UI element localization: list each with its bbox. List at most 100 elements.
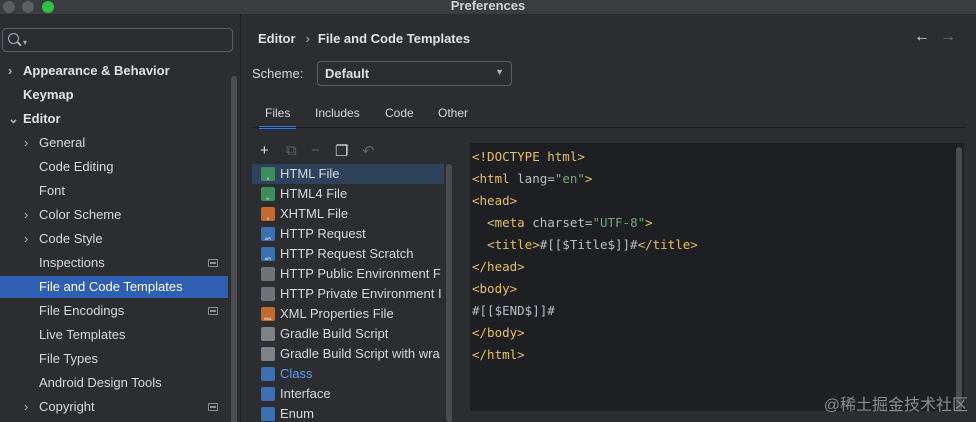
code-line[interactable]: </head>: [472, 256, 525, 278]
settings-search-input[interactable]: ▾: [2, 28, 233, 52]
sidebar-item[interactable]: › Code Style: [0, 228, 228, 250]
chevron-right-icon[interactable]: ›: [24, 132, 28, 154]
template-list-item[interactable]: Interface: [252, 384, 444, 404]
chevron-right-icon[interactable]: ›: [24, 228, 28, 250]
http-request-icon: API: [261, 227, 275, 241]
code-line[interactable]: </html>: [472, 344, 525, 366]
template-list-item[interactable]: API HTTP Request Scratch: [252, 244, 444, 264]
add-template-icon[interactable]: +: [260, 142, 269, 159]
scheme-value: Default: [325, 66, 370, 81]
code-token: #[[$Title$]]#: [539, 237, 638, 252]
code-line[interactable]: #[[$END$]]#: [472, 300, 555, 322]
tab-other[interactable]: Other: [438, 106, 468, 120]
template-label: HTML4 File: [280, 186, 348, 201]
code-line[interactable]: <!DOCTYPE html>: [472, 146, 585, 168]
sidebar-item[interactable]: › Color Scheme: [0, 204, 228, 226]
template-label: HTTP Request Scratch: [280, 246, 414, 261]
chevron-right-icon[interactable]: ›: [24, 396, 28, 418]
search-dropdown-icon[interactable]: ▾: [23, 38, 27, 47]
sidebar-item-label: Keymap: [23, 87, 74, 102]
template-toolbar: + ⧉ − ❐ ↶: [252, 140, 456, 164]
chevron-right-icon[interactable]: ›: [8, 60, 12, 82]
sidebar-item-label: Appearance & Behavior: [23, 63, 170, 78]
remove-template-icon[interactable]: −: [311, 142, 320, 159]
template-list-item[interactable]: Class: [252, 364, 444, 384]
reset-template-icon[interactable]: ↶: [362, 142, 375, 160]
sidebar-item[interactable]: ⌄ Editor: [0, 108, 228, 130]
code-line[interactable]: <html lang="en">: [472, 168, 592, 190]
template-label: Gradle Build Script with wra: [280, 346, 440, 361]
editor-scrollbar[interactable]: [956, 147, 962, 411]
template-list-item[interactable]: Enum: [252, 404, 444, 422]
html4-file-icon: H: [261, 187, 275, 201]
template-label: HTML File: [280, 166, 340, 181]
sidebar-item-label: Android Design Tools: [39, 375, 162, 390]
sidebar-item[interactable]: › Appearance & Behavior: [0, 60, 228, 82]
copy-template-icon[interactable]: ⧉: [286, 142, 297, 159]
code-line[interactable]: </body>: [472, 322, 525, 344]
template-list-panel: + ⧉ − ❐ ↶ 5 HTML File H HTML4 File X XHTML Fi…: [252, 140, 456, 422]
tab-files[interactable]: Files: [258, 106, 297, 129]
sidebar-item-label: File and Code Templates: [39, 279, 183, 294]
sidebar-item[interactable]: Code Editing: [0, 156, 228, 178]
sidebar-item[interactable]: Inspections: [0, 252, 228, 274]
project-scope-icon: [208, 259, 218, 267]
sidebar-item[interactable]: Android Design Tools: [0, 372, 228, 394]
sidebar-item-label: Code Editing: [39, 159, 114, 174]
code-token: lang=: [517, 171, 555, 186]
sidebar-item[interactable]: Live Templates: [0, 324, 228, 346]
code-line[interactable]: <head>: [472, 190, 517, 212]
sidebar-item[interactable]: File Types: [0, 348, 228, 370]
code-token: <!DOCTYPE html>: [472, 149, 585, 164]
duplicate-template-icon[interactable]: ❐: [335, 142, 348, 160]
template-label: HTTP Public Environment F: [280, 266, 441, 281]
scheme-select[interactable]: Default ▼: [317, 61, 512, 86]
tab-code[interactable]: Code: [385, 106, 414, 120]
back-arrow-icon[interactable]: ←: [914, 28, 930, 46]
sidebar-item-label: Color Scheme: [39, 207, 122, 222]
chevron-right-icon[interactable]: ›: [24, 204, 28, 226]
sidebar-scrollbar[interactable]: [231, 76, 237, 422]
html-file-icon: 5: [261, 167, 275, 181]
template-code-editor[interactable]: <!DOCTYPE html> <html lang="en"> <head> <m…: [470, 143, 964, 411]
settings-sidebar: ▾ › Appearance & Behavior Keymap ⌄ Editor › Ge…: [0, 14, 241, 422]
template-label: HTTP Private Environment I: [280, 286, 442, 301]
template-list-item[interactable]: Gradle Build Script with wra: [252, 344, 444, 364]
code-token: </body>: [472, 325, 525, 340]
template-list-scrollbar[interactable]: [446, 164, 452, 422]
template-list-item[interactable]: API HTTP Request: [252, 224, 444, 244]
code-token: "en": [554, 171, 585, 186]
code-token: >: [584, 171, 593, 186]
template-label: Class: [280, 366, 313, 381]
sidebar-item[interactable]: File Encodings: [0, 300, 228, 322]
interface-file-icon: [261, 387, 275, 401]
sidebar-item-label: File Encodings: [39, 303, 125, 318]
tab-includes[interactable]: Includes: [315, 106, 360, 120]
code-line[interactable]: <title>#[[$Title$]]#</title>: [472, 234, 698, 256]
template-list-item[interactable]: XML XML Properties File: [252, 304, 444, 324]
template-label: XML Properties File: [280, 306, 394, 321]
sidebar-item[interactable]: Keymap: [0, 84, 228, 106]
template-list[interactable]: 5 HTML File H HTML4 File X XHTML File API HTTP …: [252, 164, 444, 422]
template-list-item[interactable]: 5 HTML File: [252, 164, 444, 184]
template-list-item[interactable]: H HTML4 File: [252, 184, 444, 204]
code-token: </html>: [472, 347, 525, 362]
forward-arrow-icon[interactable]: →: [940, 28, 956, 46]
template-list-item[interactable]: X XHTML File: [252, 204, 444, 224]
sidebar-item[interactable]: File and Code Templates: [0, 276, 228, 298]
sidebar-item[interactable]: › General: [0, 132, 228, 154]
breadcrumb-parent[interactable]: Editor: [258, 31, 296, 46]
title-bar: Preferences: [0, 0, 976, 14]
sidebar-item[interactable]: › Copyright: [0, 396, 228, 418]
template-list-item[interactable]: HTTP Private Environment I: [252, 284, 444, 304]
main-pane: Editor › File and Code Templates ← → Schem…: [242, 14, 976, 422]
chevron-down-icon[interactable]: ⌄: [8, 108, 19, 130]
chevron-down-icon: ▼: [495, 67, 504, 77]
code-line[interactable]: <body>: [472, 278, 517, 300]
gear-file-icon: [261, 287, 275, 301]
code-line[interactable]: <meta charset="UTF-8">: [472, 212, 653, 234]
template-list-item[interactable]: HTTP Public Environment F: [252, 264, 444, 284]
sidebar-item-label: Code Style: [39, 231, 103, 246]
template-list-item[interactable]: Gradle Build Script: [252, 324, 444, 344]
sidebar-item[interactable]: Font: [0, 180, 228, 202]
